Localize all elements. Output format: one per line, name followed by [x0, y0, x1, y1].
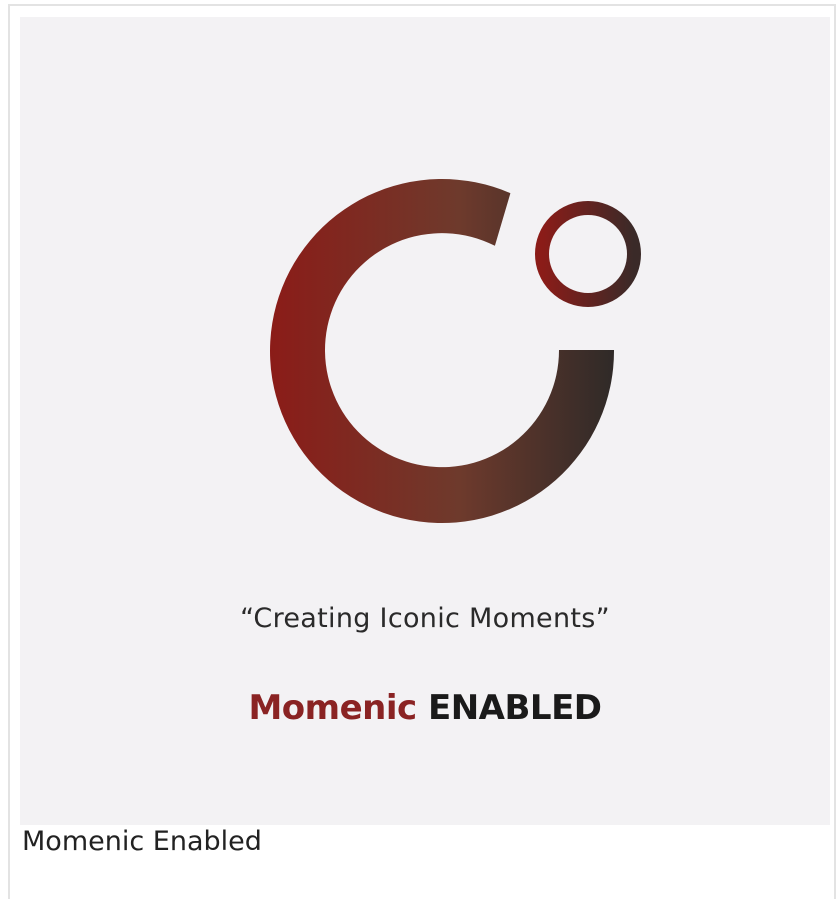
momenic-logo-icon — [270, 179, 641, 524]
image-frame: “Creating Iconic Moments” Momenic ENABLE… — [8, 4, 836, 899]
tagline: “Creating Iconic Moments” — [240, 603, 610, 634]
brand-name: Momenic ENABLED — [20, 688, 830, 728]
brand-word-momenic: Momenic — [248, 688, 417, 728]
brand-image: “Creating Iconic Moments” Momenic ENABLE… — [20, 17, 830, 825]
image-caption: Momenic Enabled — [22, 826, 262, 857]
small-ring-icon — [535, 201, 641, 307]
brand-word-enabled: ENABLED — [428, 688, 602, 728]
large-ring-icon — [270, 179, 615, 524]
